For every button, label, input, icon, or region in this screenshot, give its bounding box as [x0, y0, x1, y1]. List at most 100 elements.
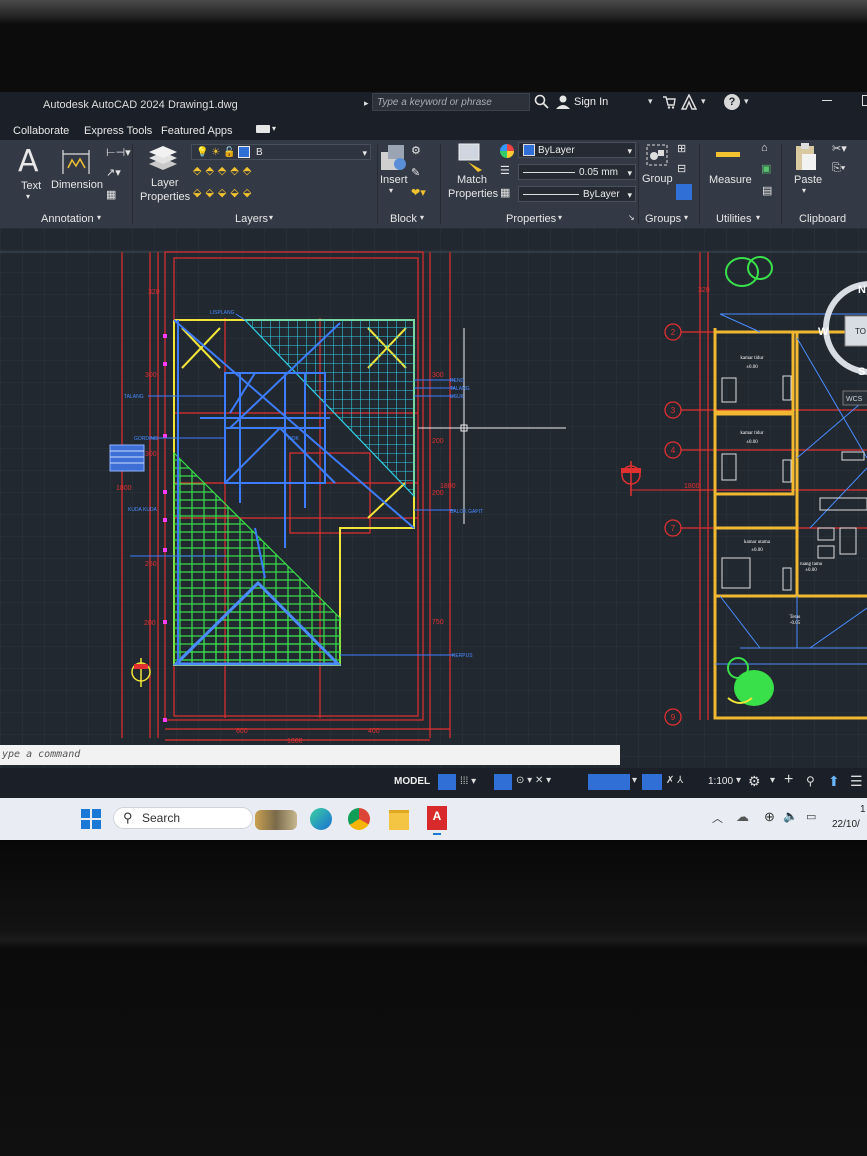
network-icon[interactable]: ⊕: [764, 809, 775, 825]
autocad-taskbar-icon[interactable]: A: [427, 806, 447, 830]
group-icon[interactable]: [644, 142, 670, 170]
chevron-down-icon[interactable]: ▾: [26, 192, 30, 201]
chevron-down-icon[interactable]: ▾: [770, 775, 775, 786]
lineweight-dropdown[interactable]: 0.05 mm ▾: [518, 164, 636, 180]
workspace-icon[interactable]: ⚲: [806, 774, 815, 788]
block-attribute-icon[interactable]: ❤▾: [411, 186, 426, 199]
isolate-icon[interactable]: ⬆: [828, 773, 840, 790]
color-dropdown[interactable]: ByLayer ▾: [518, 142, 636, 158]
chevron-down-icon[interactable]: ▾: [97, 213, 101, 222]
properties-panel-label[interactable]: Properties: [506, 213, 556, 225]
file-explorer-icon[interactable]: [389, 810, 409, 830]
chevron-down-icon[interactable]: ▾: [756, 213, 760, 222]
layer-properties-icon[interactable]: [146, 144, 180, 174]
user-icon[interactable]: [555, 94, 571, 110]
ungroup-icon[interactable]: ⊞: [677, 142, 686, 155]
linear-dimension-icon[interactable]: ⊢⊣▾: [106, 146, 131, 159]
chevron-down-icon[interactable]: ▾: [632, 775, 637, 786]
layers-panel-label[interactable]: Layers: [235, 213, 268, 225]
grid-toggle-icon[interactable]: [438, 774, 456, 790]
volume-icon[interactable]: 🔈: [783, 809, 798, 823]
taskbar-search-box[interactable]: ⚲ Search: [113, 807, 253, 829]
layer-tools-row-2[interactable]: ⬙⬙⬙⬙⬙: [193, 186, 255, 199]
chevron-down-icon[interactable]: ▾: [802, 186, 806, 195]
edge-browser-icon[interactable]: [310, 808, 332, 830]
chevron-down-icon[interactable]: ▾: [701, 96, 706, 107]
leader-icon[interactable]: ↗▾: [106, 166, 121, 179]
linetype-icon[interactable]: ▦: [500, 186, 510, 199]
layer-tools-row-1[interactable]: ⬘⬘⬘⬘⬘: [193, 164, 255, 177]
polar-icon[interactable]: ⊙ ▾ ✕ ▾: [516, 775, 551, 786]
snap-icon[interactable]: ⁞⁞⁞ ▾: [460, 776, 476, 787]
table-icon[interactable]: ▦: [106, 188, 116, 201]
layer-dropdown[interactable]: 💡 ☀ 🔓 B ▾: [191, 144, 371, 160]
id-point-icon[interactable]: ⌂: [761, 142, 768, 154]
search-expand-icon[interactable]: ▸: [364, 98, 369, 109]
lineweight-icon[interactable]: ☰: [500, 164, 510, 177]
utilities-panel-label[interactable]: Utilities: [716, 213, 751, 225]
windows-start-icon[interactable]: [81, 809, 101, 829]
plus-icon[interactable]: +: [784, 771, 793, 789]
measure-icon[interactable]: [716, 152, 740, 157]
match-properties-label-1[interactable]: Match: [457, 174, 487, 186]
autodesk-a360-icon[interactable]: [681, 94, 697, 110]
widgets-icon[interactable]: [255, 810, 297, 830]
create-block-icon[interactable]: ⚙: [411, 144, 421, 157]
annotation-scale-icon[interactable]: [642, 774, 662, 790]
minimize-icon[interactable]: [822, 100, 832, 101]
group-edit-icon[interactable]: ⊟: [677, 162, 686, 175]
text-tool-icon[interactable]: A: [18, 144, 39, 179]
tab-collaborate[interactable]: Collaborate: [13, 125, 69, 137]
text-tool-label[interactable]: Text: [21, 180, 41, 192]
chevron-down-icon[interactable]: ▾: [389, 186, 393, 195]
quick-select-icon[interactable]: ▣: [761, 162, 771, 175]
tab-featured-apps[interactable]: Featured Apps: [161, 125, 233, 137]
measure-label[interactable]: Measure: [709, 174, 752, 186]
search-icon[interactable]: [534, 94, 550, 110]
group-selection-icon[interactable]: [676, 184, 692, 200]
help-search-input[interactable]: Type a keyword or phrase: [372, 93, 530, 111]
ortho-icon[interactable]: [494, 774, 512, 790]
edit-block-icon[interactable]: ✎: [411, 166, 420, 179]
cad-drawing[interactable]: 320300 3001800 250200 300200 2001800 750…: [0, 228, 867, 768]
chevron-down-icon[interactable]: ▾: [684, 213, 688, 222]
layer-properties-label-1[interactable]: Layer: [151, 177, 179, 189]
chevron-down-icon[interactable]: ▾: [558, 213, 562, 222]
cart-icon[interactable]: [662, 95, 676, 109]
cut-icon[interactable]: ✂▾: [832, 142, 847, 155]
ribbon-toggle-icon[interactable]: [256, 125, 270, 133]
chevron-down-icon[interactable]: ▾: [272, 124, 276, 133]
sign-in-link[interactable]: Sign In: [574, 96, 608, 108]
scale-selector[interactable]: 1:100: [708, 776, 733, 787]
calculator-icon[interactable]: ▤: [762, 184, 772, 197]
tab-express-tools[interactable]: Express Tools: [84, 125, 152, 137]
paste-icon[interactable]: [793, 142, 819, 172]
groups-panel-label[interactable]: Groups: [645, 213, 681, 225]
restore-icon[interactable]: [862, 95, 867, 106]
chevron-down-icon[interactable]: ▾: [420, 213, 424, 222]
block-panel-label[interactable]: Block: [390, 213, 417, 225]
match-properties-icon[interactable]: [456, 142, 486, 174]
dimension-tool-label[interactable]: Dimension: [51, 179, 103, 191]
panel-expand-icon[interactable]: ↘: [628, 213, 635, 222]
clipboard-panel-label[interactable]: Clipboard: [799, 213, 846, 225]
battery-icon[interactable]: ▭: [806, 810, 816, 823]
insert-label[interactable]: Insert: [380, 174, 408, 186]
command-line-input[interactable]: ype a command: [0, 745, 620, 765]
copy-icon[interactable]: ⎘▾: [832, 162, 845, 175]
layer-properties-label-2[interactable]: Properties: [140, 191, 190, 203]
clock-date[interactable]: 22/10/: [832, 819, 860, 830]
model-space-button[interactable]: MODEL: [394, 776, 430, 787]
help-icon[interactable]: ?: [724, 94, 740, 110]
settings-icon[interactable]: ⚙: [748, 773, 761, 790]
chevron-down-icon[interactable]: ▾: [736, 775, 741, 786]
chevron-down-icon[interactable]: ▾: [744, 96, 749, 107]
customize-icon[interactable]: ☰: [850, 773, 863, 790]
osnap-icon[interactable]: [588, 774, 630, 790]
chevron-down-icon[interactable]: ▾: [269, 213, 273, 222]
insert-block-icon[interactable]: [378, 142, 408, 174]
clock-time[interactable]: 1: [860, 804, 866, 815]
chrome-icon[interactable]: [348, 808, 370, 830]
onedrive-icon[interactable]: ☁: [736, 809, 749, 825]
group-label[interactable]: Group: [642, 173, 673, 185]
